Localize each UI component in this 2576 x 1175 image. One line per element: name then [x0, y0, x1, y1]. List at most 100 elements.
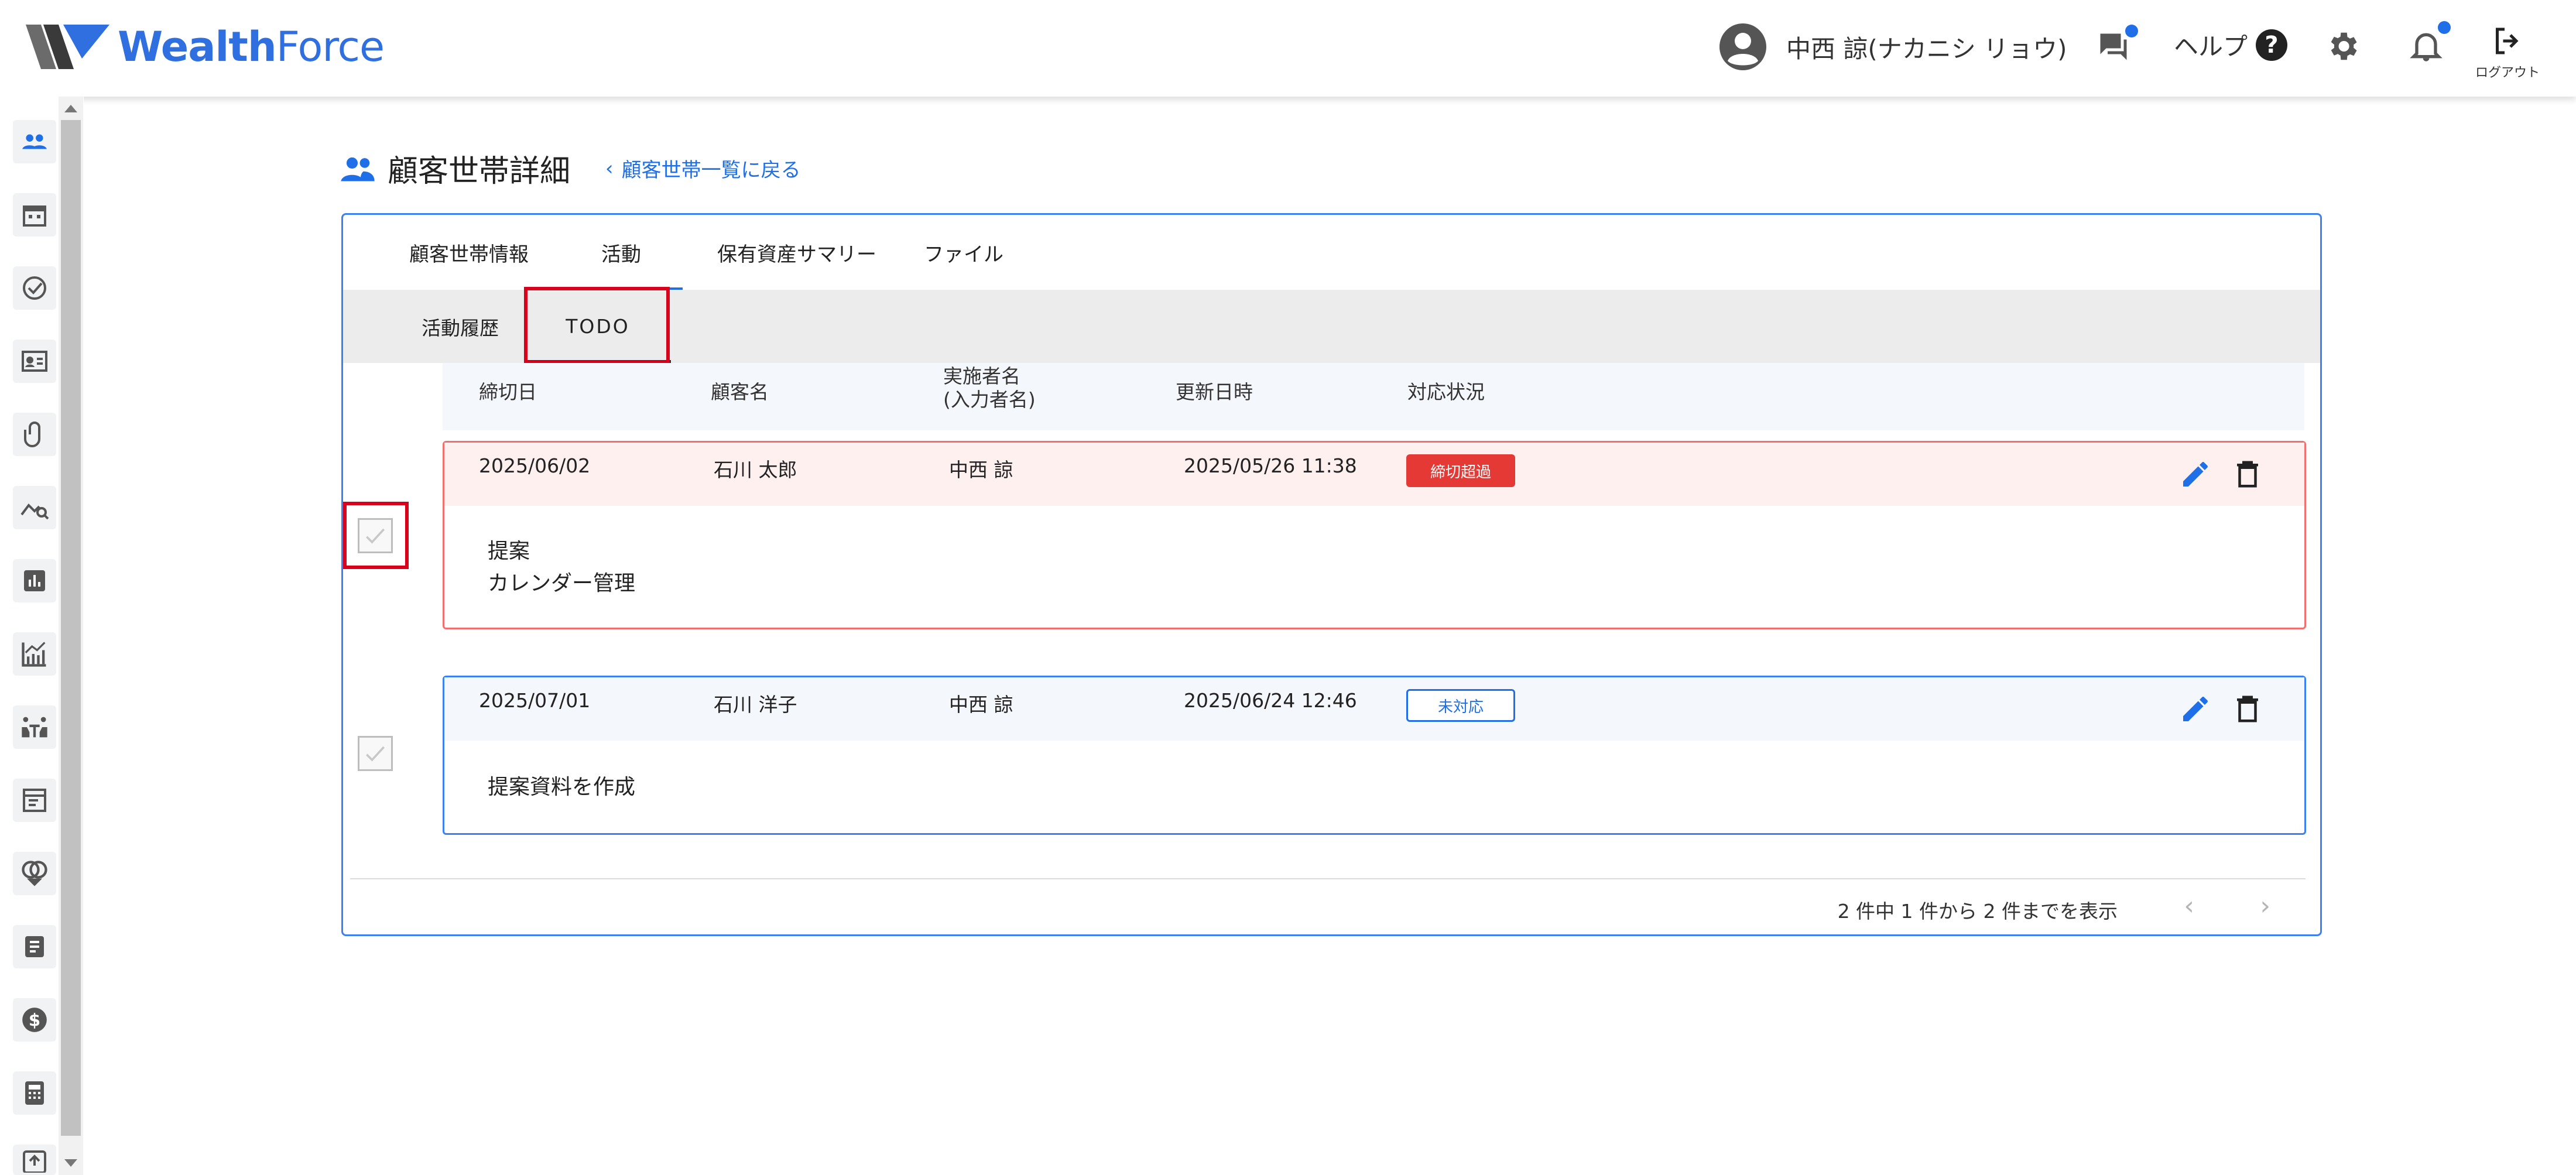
tab-household-info[interactable]: 顧客世帯情報 — [407, 215, 530, 290]
pagination-summary: 2 件中 1 件から 2 件までを表示 — [1837, 900, 2118, 923]
status-badge: 未対応 — [1406, 689, 1515, 722]
header-assignee-line2: (入力者名) — [943, 388, 1036, 411]
header-updated: 更新日時 — [1176, 381, 1253, 403]
document-icon — [25, 936, 44, 957]
scroll-down-arrow-icon[interactable] — [64, 1159, 77, 1167]
sidebar-item-meetings[interactable] — [13, 705, 56, 749]
todo-complete-checkbox[interactable] — [358, 518, 393, 553]
sidebar-item-fees[interactable]: $ — [13, 998, 56, 1042]
todo-assignee: 中西 諒 — [949, 693, 1013, 716]
contact-card-icon — [22, 351, 47, 372]
todo-actions — [2179, 693, 2263, 725]
todo-complete-checkbox[interactable] — [358, 736, 393, 771]
edit-icon[interactable] — [2179, 458, 2212, 491]
sidebar-item-articles[interactable] — [13, 779, 56, 822]
settings-button[interactable] — [2324, 28, 2361, 67]
page-title: 顧客世帯詳細 — [388, 154, 571, 189]
highlight-box — [524, 287, 670, 364]
brand-name: WealthForce — [118, 23, 385, 71]
dollar-icon: $ — [22, 1008, 47, 1032]
todo-table-header: 締切日 顧客名 実施者名 (入力者名) 更新日時 対応状況 — [443, 363, 2304, 430]
todo-assignee: 中西 諒 — [949, 458, 1013, 481]
help-icon: ? — [2256, 29, 2288, 61]
header-customer: 顧客名 — [711, 381, 769, 403]
chat-notification-dot — [2125, 25, 2138, 37]
notification-button[interactable] — [2407, 21, 2451, 67]
page-header: 顧客世帯詳細 ‹ 顧客世帯一覧に戻る — [340, 146, 801, 190]
todo-memo-line: 提案 — [488, 539, 530, 563]
todo-memo: 提案 カレンダー管理 — [488, 535, 635, 600]
trash-icon[interactable] — [2232, 693, 2263, 725]
subtab-activity-history[interactable]: 活動履歴 — [405, 290, 516, 363]
status-badge: 締切超過 — [1406, 454, 1515, 487]
prev-page-button[interactable]: ‹ — [2184, 891, 2194, 921]
top-header: WealthForce 中西 諒(ナカニシ リョウ) ヘルプ ? ログアウト — [0, 0, 2576, 97]
sidebar-item-contacts[interactable] — [13, 340, 56, 383]
check-circle-icon — [23, 276, 46, 300]
scrollbar-thumb[interactable] — [61, 120, 81, 1136]
calendar-icon — [23, 205, 46, 227]
todo-customer: 石川 洋子 — [714, 693, 797, 716]
check-icon — [366, 528, 385, 544]
brand-logo[interactable]: WealthForce — [26, 22, 385, 71]
sidebar-item-documents[interactable] — [13, 925, 56, 968]
logout-label: ログアウト — [2475, 66, 2540, 80]
edit-icon[interactable] — [2179, 693, 2212, 725]
header-assignee-line1: 実施者名 — [943, 365, 1020, 388]
tab-asset-summary[interactable]: 保有資産サマリー — [712, 215, 882, 290]
paperclip-icon — [24, 422, 40, 447]
trash-icon[interactable] — [2232, 458, 2263, 491]
scroll-up-arrow-icon[interactable] — [64, 105, 77, 112]
analytics-search-icon — [20, 503, 49, 520]
growth-chart-icon — [22, 642, 46, 667]
next-page-button[interactable]: › — [2260, 891, 2270, 921]
todo-memo-line: 提案資料を作成 — [488, 775, 636, 799]
check-icon — [366, 746, 385, 762]
sidebar-item-life-events[interactable] — [13, 852, 56, 895]
todo-actions — [2179, 458, 2263, 491]
todo-card[interactable]: 2025/06/02 石川 太郎 中西 諒 2025/05/26 11:38 締… — [443, 441, 2306, 629]
sidebar-item-analysis[interactable] — [13, 486, 56, 529]
back-link-label: 顧客世帯一覧に戻る — [621, 159, 801, 182]
help-button[interactable]: ヘルプ ? — [2174, 27, 2288, 63]
sidebar-item-todo[interactable] — [13, 266, 56, 310]
sidebar-item-calculator[interactable] — [13, 1071, 56, 1115]
sidebar-item-performance[interactable] — [13, 632, 56, 676]
tab-files[interactable]: ファイル — [905, 215, 1022, 290]
article-icon — [23, 789, 46, 812]
todo-due-date: 2025/07/01 — [479, 689, 591, 712]
todo-memo: 提案資料を作成 — [488, 771, 635, 803]
sidebar-item-calendar[interactable] — [13, 193, 56, 237]
sidebar-item-upload[interactable] — [13, 1145, 56, 1175]
chat-button[interactable] — [2096, 25, 2138, 67]
todo-memo-line: カレンダー管理 — [488, 571, 636, 595]
sidebar-item-households[interactable] — [13, 120, 56, 163]
todo-card[interactable]: 2025/07/01 石川 洋子 中西 諒 2025/06/24 12:46 未… — [443, 676, 2306, 835]
bar-chart-icon — [24, 570, 45, 591]
tab-label: 保有資産サマリー — [717, 242, 876, 266]
tab-activities[interactable]: 活動 — [560, 215, 683, 290]
header-assignee: 実施者名 (入力者名) — [943, 365, 1036, 412]
logo-mark-icon — [26, 25, 109, 69]
sidebar-item-files[interactable] — [13, 413, 56, 456]
notification-dot — [2438, 21, 2451, 34]
logout-button[interactable]: ログアウト — [2475, 23, 2540, 81]
tab-label: 活動 — [601, 242, 641, 266]
people-icon — [341, 157, 375, 181]
household-detail-panel: 顧客世帯情報 活動 保有資産サマリー ファイル 活動履歴 TODO 締切日 顧客… — [341, 213, 2322, 936]
sidebar-item-reports[interactable] — [13, 559, 56, 602]
user-menu[interactable]: 中西 諒(ナカニシ リョウ) — [1718, 22, 2067, 71]
svg-text:$: $ — [29, 1010, 40, 1030]
user-name: 中西 諒(ナカニシ リョウ) — [1786, 34, 2067, 63]
header-status: 対応状況 — [1407, 381, 1485, 403]
logout-icon — [2496, 28, 2519, 54]
back-to-list-link[interactable]: ‹ 顧客世帯一覧に戻る — [605, 154, 801, 183]
bell-icon — [2410, 33, 2443, 61]
rings-icon — [22, 861, 47, 886]
chevron-left-icon: ‹ — [605, 156, 614, 180]
todo-updated: 2025/05/26 11:38 — [1184, 454, 1357, 477]
sidebar-scrollbar[interactable] — [59, 97, 83, 1175]
help-label: ヘルプ — [2174, 32, 2248, 61]
account-circle-icon — [1719, 23, 1766, 70]
calculator-icon — [25, 1081, 44, 1105]
